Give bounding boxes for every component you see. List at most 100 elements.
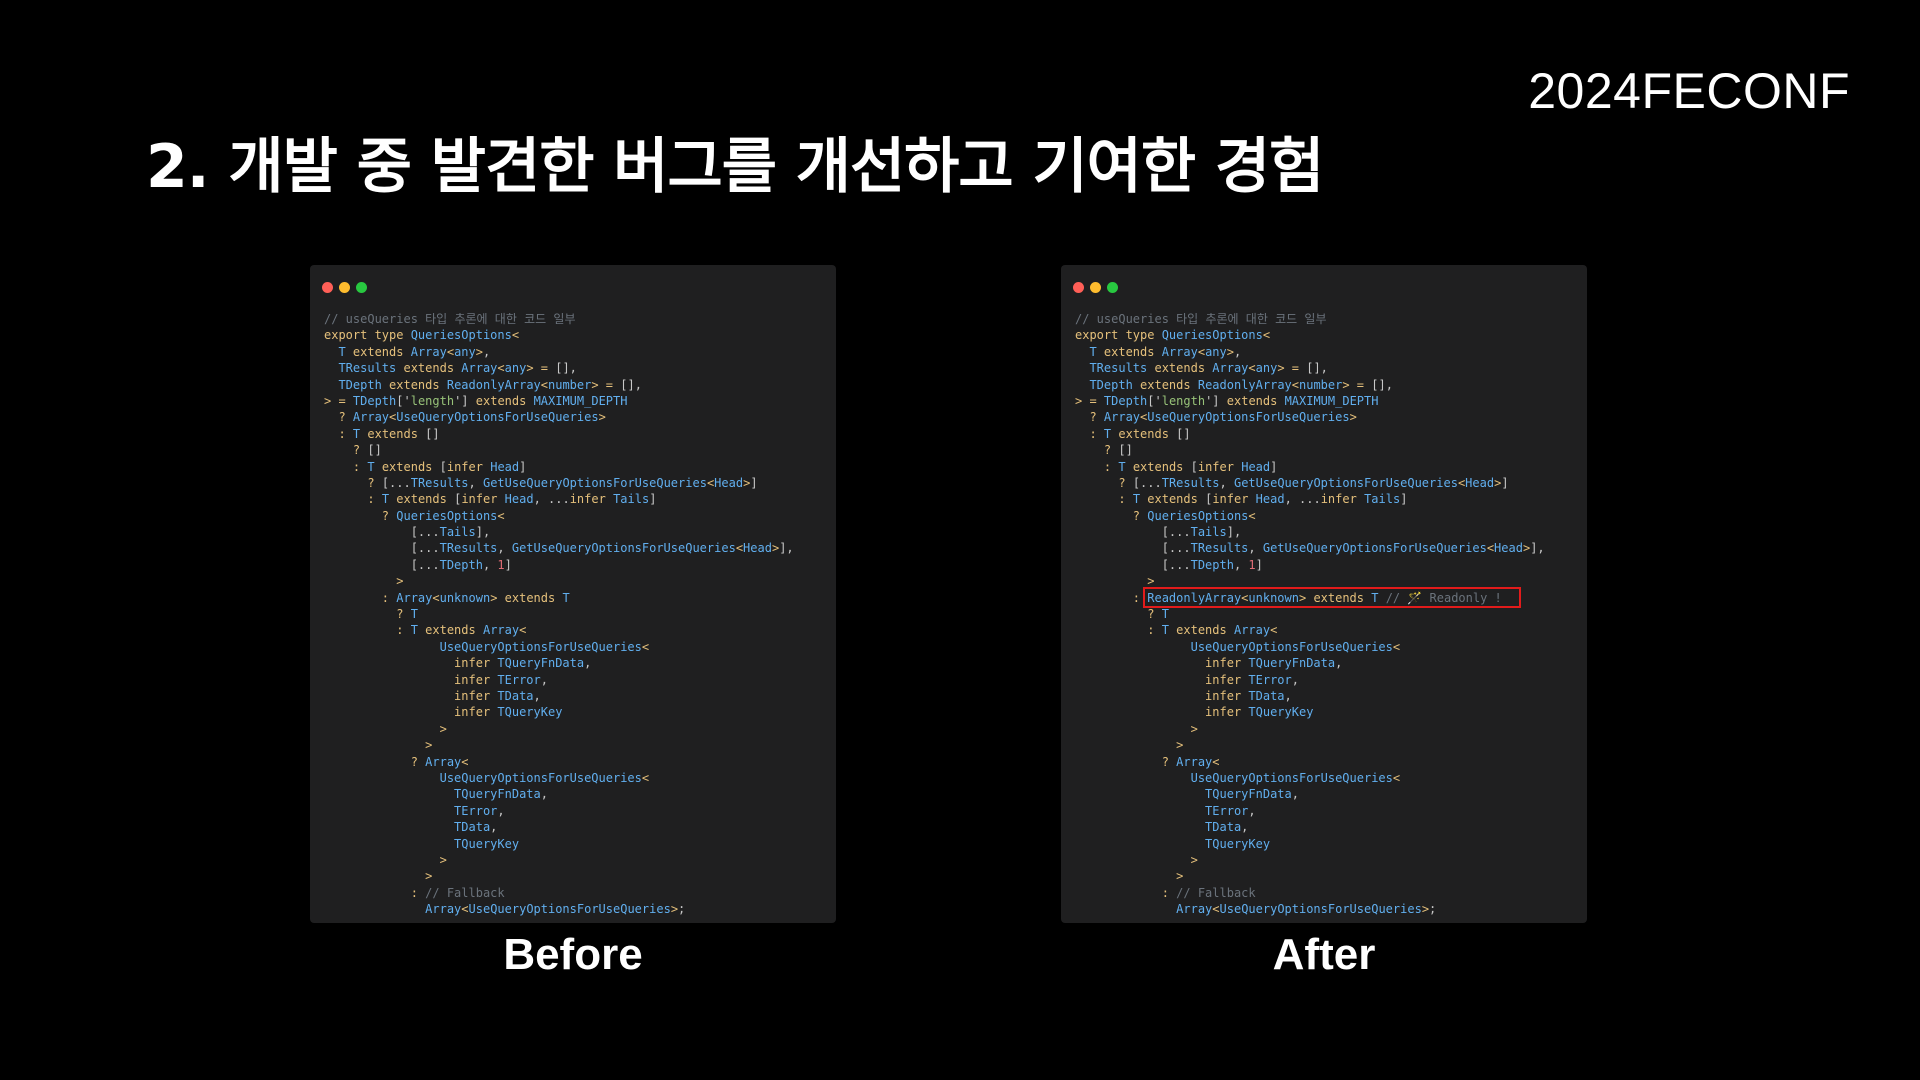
- maximize-dot-icon: [356, 282, 367, 293]
- code-line: > = TDepth['length'] extends MAXIMUM_DEP…: [324, 393, 832, 409]
- code-token: extends: [1140, 492, 1206, 507]
- code-line: UseQueryOptionsForUseQueries<: [324, 770, 832, 786]
- code-line: >: [1075, 868, 1583, 884]
- code-token: [...: [324, 557, 440, 572]
- code-line: > = TDepth['length'] extends MAXIMUM_DEP…: [1075, 393, 1583, 409]
- code-token: // Fallback: [1176, 885, 1256, 900]
- code-line: infer TData,: [1075, 688, 1583, 704]
- code-line: Array<UseQueryOptionsForUseQueries>;: [324, 901, 832, 917]
- code-token: QueriesOptions: [410, 328, 512, 343]
- code-token: Array: [1103, 410, 1141, 425]
- code-line: TQueryFnData,: [1075, 786, 1583, 802]
- code-token: > =: [1277, 361, 1307, 376]
- code-token: ?: [1118, 475, 1133, 490]
- code-token: ,: [468, 475, 483, 490]
- code-token: <: [1392, 639, 1401, 654]
- code-token: T: [1132, 492, 1141, 507]
- code-token: number: [1299, 377, 1343, 392]
- code-line: : T extends []: [324, 426, 832, 442]
- code-token: GetUseQueryOptionsForUseQueries: [482, 475, 707, 490]
- code-token: ]: [1501, 475, 1509, 490]
- code-panel-after: // useQueries 타입 추론에 대한 코드 일부 export type…: [1061, 265, 1587, 923]
- code-line: infer TError,: [324, 672, 832, 688]
- code-token: TError: [1205, 803, 1249, 818]
- code-line: : // Fallback: [1075, 885, 1583, 901]
- code-token: ,: [584, 656, 592, 671]
- code-token: <: [1197, 344, 1206, 359]
- code-token: <: [497, 361, 505, 376]
- code-token: >: [490, 590, 505, 605]
- code-line: TDepth extends ReadonlyArray<number> = […: [324, 377, 832, 393]
- code-token: ,: [482, 557, 498, 572]
- code-token: extends: [360, 426, 426, 441]
- code-line: ? []: [324, 442, 832, 458]
- code-token: [],: [1371, 377, 1393, 392]
- code-line: TQueryFnData,: [324, 786, 832, 802]
- code-token: ?: [396, 607, 411, 622]
- code-token: UseQueryOptionsForUseQueries: [1219, 902, 1422, 917]
- code-token: >: [598, 410, 606, 425]
- code-line: T extends Array<any>,: [324, 344, 832, 360]
- code-token: T: [1161, 623, 1169, 638]
- code-line: TError,: [1075, 803, 1583, 819]
- code-token: Head: [1465, 475, 1495, 490]
- code-token: infer: [461, 492, 505, 507]
- code-token: extends: [504, 590, 563, 605]
- code-token: [': [1147, 393, 1162, 408]
- code-token: [...: [1075, 525, 1191, 540]
- code-token: ],: [475, 525, 491, 540]
- caption-before: Before: [503, 930, 643, 979]
- code-token: TQueryKey: [1205, 836, 1271, 851]
- code-token: <: [1291, 377, 1299, 392]
- code-token: UseQueryOptionsForUseQueries: [439, 639, 642, 654]
- code-line: ? T: [324, 606, 832, 622]
- code-line: : T extends [infer Head, ...infer Tails]: [1075, 491, 1583, 507]
- minimize-dot-icon: [339, 282, 350, 293]
- code-token: >: [1176, 738, 1184, 753]
- code-token: TQueryKey: [1248, 705, 1314, 720]
- code-token: ]: [1400, 492, 1408, 507]
- code-token: UseQueryOptionsForUseQueries: [1190, 639, 1393, 654]
- code-token: ,: [1234, 344, 1242, 359]
- code-token: T: [410, 607, 418, 622]
- code-line: >: [1075, 852, 1583, 868]
- code-token: <: [497, 508, 505, 523]
- code-line: ? Array<: [1075, 754, 1583, 770]
- code-token: > =: [591, 377, 621, 392]
- code-token: <: [1392, 770, 1401, 785]
- code-token: <: [461, 902, 469, 917]
- code-token: infer: [1212, 492, 1256, 507]
- code-line: infer TQueryFnData,: [324, 655, 832, 671]
- code-line: infer TData,: [324, 688, 832, 704]
- code-token: :: [1089, 426, 1104, 441]
- code-token: infer: [454, 705, 498, 720]
- code-token: ,: [1241, 820, 1249, 835]
- code-line: : // Fallback: [324, 885, 832, 901]
- code-token: Array: [1212, 361, 1249, 376]
- code-token: Array: [425, 754, 462, 769]
- code-line: [...TResults, GetUseQueryOptionsForUseQu…: [1075, 540, 1583, 556]
- code-token: []: [367, 443, 382, 458]
- code-line: : T extends []: [1075, 426, 1583, 442]
- window-controls: [1073, 278, 1124, 293]
- code-token: 1: [497, 557, 505, 572]
- code-token: <: [1248, 361, 1256, 376]
- code-token: ,: [1248, 541, 1263, 556]
